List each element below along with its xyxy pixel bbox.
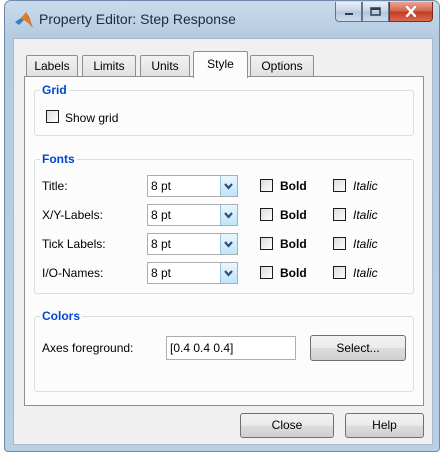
tab-limits[interactable]: Limits [82, 55, 136, 77]
bold-label: Bold [280, 237, 307, 251]
dropdown-button[interactable] [220, 234, 237, 254]
font-row-label-tick-labels: Tick Labels: [42, 237, 106, 251]
bold-label: Bold [280, 179, 307, 193]
maximize-icon [370, 7, 381, 16]
fonts-group: Fonts Title: 8 pt Bold Italic X/Y-Labels… [34, 152, 414, 294]
fonts-group-title: Fonts [42, 152, 75, 166]
bold-label: Bold [280, 266, 307, 280]
tab-options[interactable]: Options [250, 55, 314, 77]
italic-label: Italic [353, 208, 378, 222]
dropdown-value: 8 pt [151, 237, 172, 251]
axes-foreground-value: [0.4 0.4 0.4] [170, 341, 234, 355]
maximize-button[interactable] [362, 2, 389, 22]
close-window-button[interactable] [389, 2, 433, 22]
title-bold-checkbox[interactable] [260, 179, 273, 192]
dialog-body: Labels Limits Units Style Options Grid S… [13, 38, 433, 445]
tab-label: Limits [93, 59, 125, 73]
tab-label: Labels [34, 59, 70, 73]
tick-labels-italic-checkbox[interactable] [333, 237, 346, 250]
matlab-logo-icon [15, 12, 33, 28]
tab-label: Units [151, 59, 179, 73]
dropdown-button[interactable] [220, 205, 237, 225]
io-names-font-size-dropdown[interactable]: 8 pt [147, 262, 238, 284]
io-names-italic-checkbox[interactable] [333, 266, 346, 279]
tick-labels-bold-checkbox[interactable] [260, 237, 273, 250]
chevron-down-icon [224, 241, 233, 248]
dropdown-value: 8 pt [151, 208, 172, 222]
show-grid-checkbox-box[interactable] [46, 110, 59, 123]
show-grid-label: Show grid [65, 111, 119, 125]
select-color-button[interactable]: Select... [310, 335, 406, 361]
select-button-label: Select... [336, 341, 380, 355]
italic-label: Italic [353, 266, 378, 280]
xy-labels-italic-checkbox[interactable] [333, 208, 346, 221]
chevron-down-icon [224, 183, 233, 190]
caption-buttons [335, 2, 433, 24]
grid-group-title: Grid [42, 83, 67, 97]
font-row-label-io-names: I/O-Names: [42, 266, 104, 280]
tab-style[interactable]: Style [193, 51, 248, 78]
title-font-size-dropdown[interactable]: 8 pt [147, 175, 238, 197]
chevron-down-icon [224, 270, 233, 277]
dropdown-value: 8 pt [151, 266, 172, 280]
xy-labels-font-size-dropdown[interactable]: 8 pt [147, 204, 238, 226]
title-bar[interactable]: Property Editor: Step Response [5, 1, 439, 37]
window-title: Property Editor: Step Response [39, 11, 236, 27]
tab-units[interactable]: Units [140, 55, 190, 77]
font-row-label-title: Title: [42, 179, 68, 193]
axes-foreground-input[interactable]: [0.4 0.4 0.4] [166, 336, 296, 360]
bold-label: Bold [280, 208, 307, 222]
minimize-button[interactable] [335, 2, 362, 22]
dropdown-button[interactable] [220, 263, 237, 283]
font-row-label-xy-labels: X/Y-Labels: [42, 208, 103, 222]
help-button-label: Help [372, 418, 397, 432]
close-icon [405, 6, 417, 17]
style-tab-panel: Grid Show grid Fonts Title: 8 pt Bold It… [24, 76, 424, 406]
show-grid-checkbox[interactable] [46, 110, 59, 126]
grid-group: Grid Show grid [34, 83, 414, 136]
tab-label: Style [207, 57, 234, 71]
italic-label: Italic [353, 237, 378, 251]
close-button-label: Close [271, 418, 303, 432]
close-button[interactable]: Close [240, 413, 334, 438]
colors-group: Colors Axes foreground: [0.4 0.4 0.4] Se… [34, 309, 414, 392]
title-italic-checkbox[interactable] [333, 179, 346, 192]
tab-labels[interactable]: Labels [26, 55, 78, 77]
dropdown-value: 8 pt [151, 179, 172, 193]
property-editor-window: Property Editor: Step Response Labels Li… [4, 0, 440, 452]
xy-labels-bold-checkbox[interactable] [260, 208, 273, 221]
io-names-bold-checkbox[interactable] [260, 266, 273, 279]
minimize-icon [344, 12, 353, 15]
tab-label: Options [261, 59, 303, 73]
axes-foreground-label: Axes foreground: [42, 341, 134, 355]
chevron-down-icon [224, 212, 233, 219]
help-button[interactable]: Help [345, 413, 424, 438]
dropdown-button[interactable] [220, 176, 237, 196]
italic-label: Italic [353, 179, 378, 193]
colors-group-title: Colors [42, 309, 81, 323]
tick-labels-font-size-dropdown[interactable]: 8 pt [147, 233, 238, 255]
